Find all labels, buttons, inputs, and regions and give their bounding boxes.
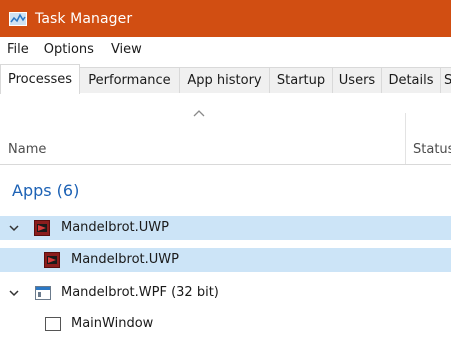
- apps-group-header: Apps (6): [12, 181, 80, 200]
- menu-options[interactable]: Options: [38, 42, 104, 57]
- task-manager-icon: [9, 11, 27, 26]
- tab-users[interactable]: Users: [332, 67, 382, 93]
- menu-file[interactable]: File: [0, 42, 38, 57]
- window-app-icon: [35, 286, 51, 300]
- process-name: MainWindow: [71, 316, 154, 331]
- process-row[interactable]: Mandelbrot.WPF (32 bit): [0, 281, 451, 305]
- title-bar[interactable]: Task Manager: [0, 0, 451, 37]
- uwp-app-icon: [34, 220, 50, 236]
- status-column-header[interactable]: Status: [413, 142, 451, 157]
- process-row[interactable]: MainWindow: [0, 312, 451, 336]
- process-name: Mandelbrot.UWP: [61, 220, 169, 235]
- menu-bar: File Options View: [0, 37, 451, 61]
- process-name: Mandelbrot.WPF (32 bit): [61, 285, 219, 300]
- window-title: Task Manager: [35, 10, 133, 27]
- chevron-down-icon[interactable]: [9, 289, 19, 297]
- sort-chevron-up-icon[interactable]: [193, 109, 205, 117]
- menu-view[interactable]: View: [104, 42, 151, 57]
- process-name: Mandelbrot.UWP: [71, 252, 179, 267]
- tab-details[interactable]: Details: [381, 67, 441, 93]
- tab-performance[interactable]: Performance: [79, 67, 180, 93]
- tab-services-partial[interactable]: S: [440, 67, 451, 93]
- name-column-header[interactable]: Name: [8, 142, 46, 157]
- chevron-down-icon[interactable]: [9, 224, 19, 232]
- column-header: Name Status: [0, 93, 451, 165]
- process-row[interactable]: Mandelbrot.UWP: [0, 216, 451, 240]
- process-row[interactable]: Mandelbrot.UWP: [0, 248, 451, 272]
- window-icon: [45, 317, 61, 331]
- column-divider[interactable]: [405, 113, 406, 164]
- uwp-app-icon: [44, 252, 60, 268]
- tab-processes[interactable]: Processes: [0, 64, 80, 94]
- tab-app-history[interactable]: App history: [179, 67, 270, 93]
- tab-strip: Processes Performance App history Startu…: [0, 61, 451, 94]
- tab-startup[interactable]: Startup: [269, 67, 333, 93]
